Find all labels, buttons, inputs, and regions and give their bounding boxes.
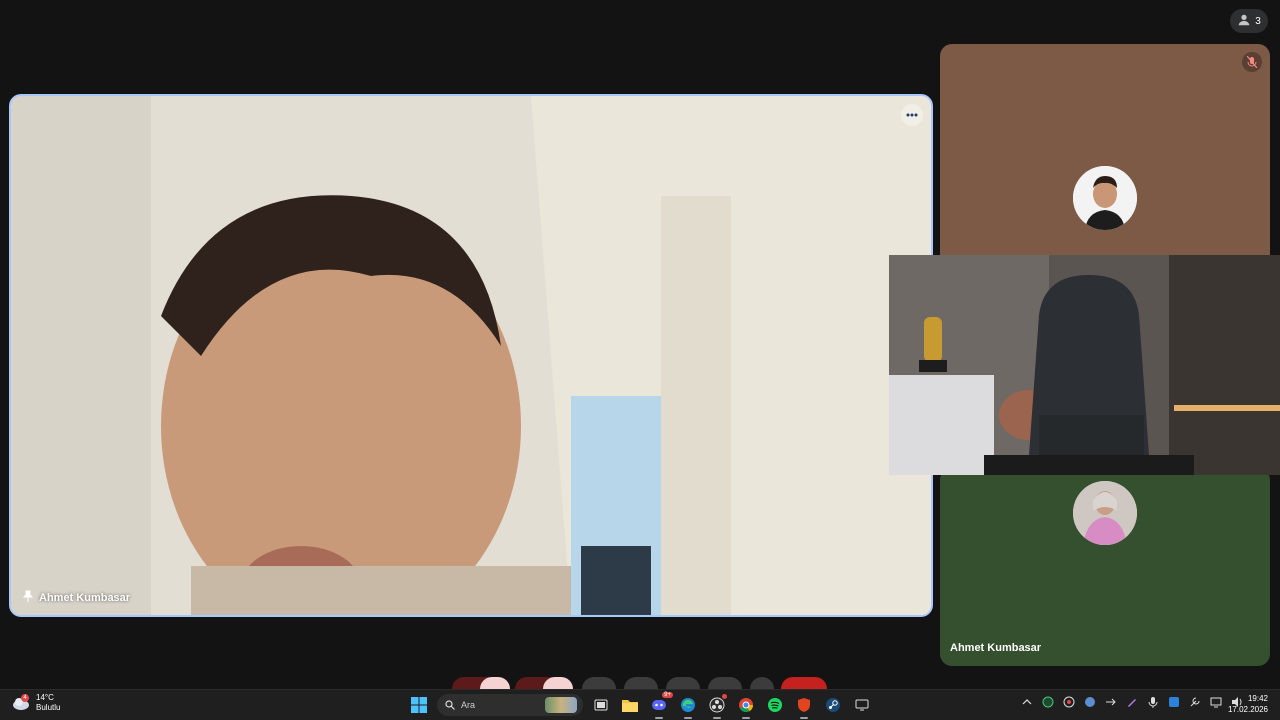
chrome-icon: [739, 698, 754, 713]
participant-tile-green[interactable]: Ahmet Kumbasar: [940, 468, 1270, 666]
arrow-icon: [1106, 698, 1116, 706]
tray-steam[interactable]: [1083, 695, 1097, 709]
microphone-icon: [1148, 697, 1158, 708]
meet-control-emoji[interactable]: [624, 677, 658, 689]
shield-icon: [798, 698, 810, 712]
edge-icon: [681, 698, 695, 712]
tray-app-4[interactable]: [1125, 695, 1139, 709]
self-view-video[interactable]: [889, 255, 1280, 475]
steam-tray-icon: [1085, 697, 1095, 707]
main-video-feed: [11, 96, 931, 615]
tray-app-6[interactable]: [1188, 695, 1202, 709]
windows-icon: [411, 697, 427, 713]
widget-icon: [1169, 697, 1179, 707]
main-participant-label: Ahmet Kumbasar: [22, 590, 131, 605]
participants-chip[interactable]: 3: [1230, 9, 1268, 33]
brave-button[interactable]: [793, 694, 815, 719]
discord-button[interactable]: 9+: [648, 692, 673, 719]
meet-control-raise-hand[interactable]: [708, 677, 742, 689]
avatar: [1073, 481, 1137, 545]
search-box[interactable]: Ara: [437, 694, 583, 716]
meet-control-more[interactable]: [750, 677, 774, 689]
task-view-button[interactable]: [590, 694, 612, 716]
participant-tile-avatar[interactable]: [940, 44, 1270, 266]
network-icon: [1210, 697, 1222, 708]
edge-button[interactable]: [677, 694, 699, 719]
more-dots-icon: [906, 113, 918, 117]
app-button[interactable]: [851, 694, 873, 716]
weather-description: Bulutlu: [36, 703, 61, 712]
taskbar: 4 14°C Bulutlu Ara 9+ 19:42 17.02.2026: [0, 689, 1280, 720]
tool-icon: [1190, 697, 1200, 707]
main-participant-name: Ahmet Kumbasar: [39, 591, 131, 604]
obs-button[interactable]: [706, 694, 728, 719]
participant-count: 3: [1255, 15, 1261, 27]
steam-button[interactable]: [822, 694, 844, 716]
discord-badge: 9+: [662, 692, 673, 698]
cloud-icon: 4: [12, 694, 30, 710]
participant-name: Ahmet Kumbasar: [950, 642, 1042, 654]
spotify-icon: [768, 698, 782, 712]
weather-widget[interactable]: 4 14°C Bulutlu: [12, 693, 60, 713]
chrome-button[interactable]: [735, 694, 757, 719]
weather-alert-badge: 4: [21, 694, 29, 702]
main-video-tile[interactable]: Ahmet Kumbasar: [9, 94, 933, 617]
monitor-icon: [855, 699, 869, 711]
tray-microphone[interactable]: [1146, 695, 1160, 709]
search-placeholder: Ara: [461, 700, 476, 710]
clock-time: 19:42: [1247, 694, 1268, 703]
start-button[interactable]: [408, 694, 430, 716]
notification-dot: [722, 694, 727, 699]
meet-control-present[interactable]: [666, 677, 700, 689]
tray-app-1[interactable]: [1041, 695, 1055, 709]
avatar: [1073, 166, 1137, 230]
clock[interactable]: 19:42 17.02.2026: [1228, 693, 1268, 715]
search-highlight-image: [545, 697, 577, 713]
pin-icon: [22, 590, 34, 605]
tray-app-2[interactable]: [1062, 695, 1076, 709]
meet-control-camera[interactable]: [480, 677, 510, 689]
system-tray: [1020, 695, 1244, 709]
mic-off-badge: [1242, 52, 1262, 72]
pen-icon: [1128, 699, 1136, 707]
chevron-up-icon: [1022, 699, 1032, 705]
folder-icon: [622, 700, 638, 712]
clock-date: 17.02.2026: [1227, 705, 1268, 714]
show-hidden-icons-button[interactable]: [1020, 695, 1034, 709]
meet-control-mic-toggle[interactable]: [543, 677, 573, 689]
end-call-button[interactable]: [781, 677, 827, 689]
obs-icon: [709, 697, 725, 713]
tray-app-3[interactable]: [1104, 695, 1118, 709]
search-icon: [445, 700, 455, 710]
circle-app-icon: [1042, 696, 1054, 708]
tray-app-5[interactable]: [1167, 695, 1181, 709]
self-view-feed: [889, 255, 1280, 475]
shield-tray-icon: [1063, 696, 1075, 708]
task-view-icon: [594, 699, 608, 711]
file-explorer-button[interactable]: [619, 694, 641, 716]
people-icon: [1237, 13, 1251, 30]
steam-icon: [826, 698, 840, 712]
spotify-button[interactable]: [764, 694, 786, 716]
discord-icon: [652, 700, 666, 710]
mic-off-icon: [1247, 56, 1257, 68]
network-button[interactable]: [1209, 695, 1223, 709]
weather-temperature: 14°C: [36, 693, 54, 702]
meet-control-captions[interactable]: [582, 677, 616, 689]
more-options-button[interactable]: [901, 104, 923, 126]
